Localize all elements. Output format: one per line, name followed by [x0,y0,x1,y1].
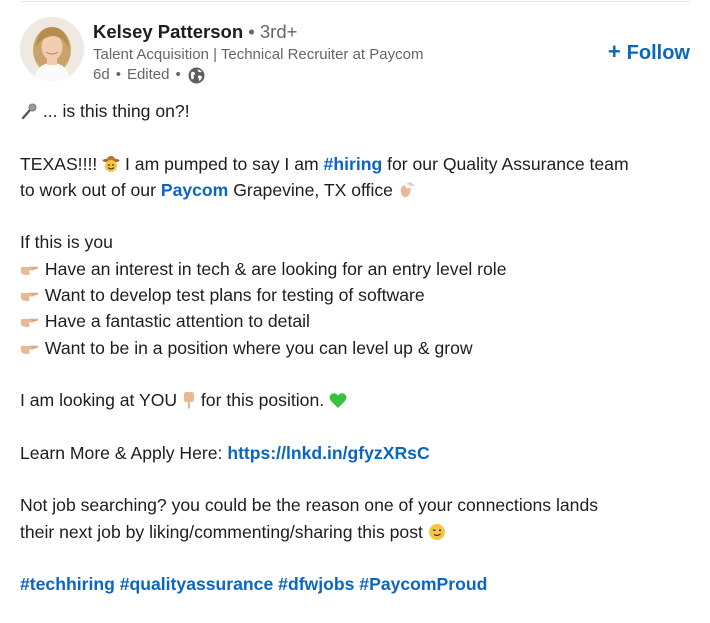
meta-separator: • [175,66,181,83]
post-text: TEXAS!!!! [20,153,103,174]
backhand-index-pointing-right-icon [20,283,40,309]
follow-label: Follow [626,42,690,64]
post-line: I am looking at YOU for this position. [20,387,692,413]
backhand-index-pointing-right-icon [20,336,40,362]
hashtag-dfwjobs[interactable]: #dfwjobs [278,574,354,594]
degree-separator: • [248,21,255,42]
post-line: Not job searching? you could be the reas… [20,495,599,516]
post-text: to work out of our [20,179,161,200]
bullet-line: Want to develop test plans for testing o… [20,282,692,308]
bullet-text: Have an interest in tech & are looking f… [40,258,507,279]
meta-separator: • [115,66,121,83]
bullet-line: Want to be in a position where you can l… [20,335,692,361]
microphone-icon [20,99,38,125]
post-text: for our Quality Assurance team [382,153,629,174]
post-text: their next job by liking/commenting/shar… [20,521,428,542]
apply-link[interactable]: https://lnkd.in/gfyzXRsC [227,443,429,463]
follow-button[interactable]: + Follow [608,39,690,65]
name-line: Kelsey Patterson • 3rd+ [93,20,423,44]
hashtag-qualityassurance[interactable]: #qualityassurance [120,574,274,594]
author-headline: Talent Acquisition | Technical Recruiter… [93,46,424,63]
globe-icon [188,67,205,84]
green-heart-icon [329,388,347,414]
avatar[interactable] [20,17,84,81]
actor-info: Kelsey Patterson • 3rd+ Talent Acquisiti… [93,20,423,85]
post-time: 6d [93,66,110,83]
post-text: ... is this thing on?! [38,101,190,121]
post-line: ... is this thing on?! [20,98,692,124]
post-line: their next job by liking/commenting/shar… [20,519,692,545]
cowboy-face-icon [102,152,120,178]
post-body: ... is this thing on?! TEXAS!!!! I am pu… [20,98,692,598]
follow-plus: + [607,39,621,64]
bullet-text: Want to develop test plans for testing o… [40,285,425,306]
bullet-line: Have an interest in tech & are looking f… [20,256,692,282]
connection-degree: 3rd+ [259,21,298,42]
backhand-index-pointing-right-icon [20,257,40,283]
author-name[interactable]: Kelsey Patterson [93,21,243,42]
post-line: TEXAS!!!! I am pumped to say I am #hirin… [20,151,692,177]
top-divider [20,1,690,2]
post-text: Learn More & Apply Here: [20,442,228,463]
post-text: Grapevine, TX office [228,179,398,200]
post-line: If this is you [20,232,113,253]
post-text: for this position. [196,390,330,411]
bullet-line: Have a fantastic attention to detail [20,308,692,334]
backhand-index-pointing-down-icon [182,388,196,414]
post-line: to work out of our Paycom Grapevine, TX … [20,177,692,203]
profile-photo [20,17,84,81]
post-line: Learn More & Apply Here: https://lnkd.in… [20,440,692,466]
hashtag-techhiring[interactable]: #techhiring [20,574,115,594]
post-header: Kelsey Patterson • 3rd+ Talent Acquisiti… [20,17,692,85]
post-meta: 6d • Edited • [93,65,423,85]
post-text: I am looking at YOU [20,390,183,411]
clapping-hands-icon [398,178,416,204]
hashtags-line: #techhiring #qualityassurance #dfwjobs #… [20,571,692,597]
backhand-index-pointing-right-icon [20,309,40,335]
hashtag-paycomproud[interactable]: #PaycomProud [359,574,487,594]
edited-label: Edited [126,66,170,83]
bullet-text: Have a fantastic attention to detail [40,311,310,332]
post-text: I am pumped to say I am [120,153,324,174]
winking-face-icon [428,520,446,546]
hashtag-hiring[interactable]: #hiring [324,154,383,174]
bullet-text: Want to be in a position where you can l… [40,337,473,358]
mention-paycom[interactable]: Paycom [161,180,228,200]
